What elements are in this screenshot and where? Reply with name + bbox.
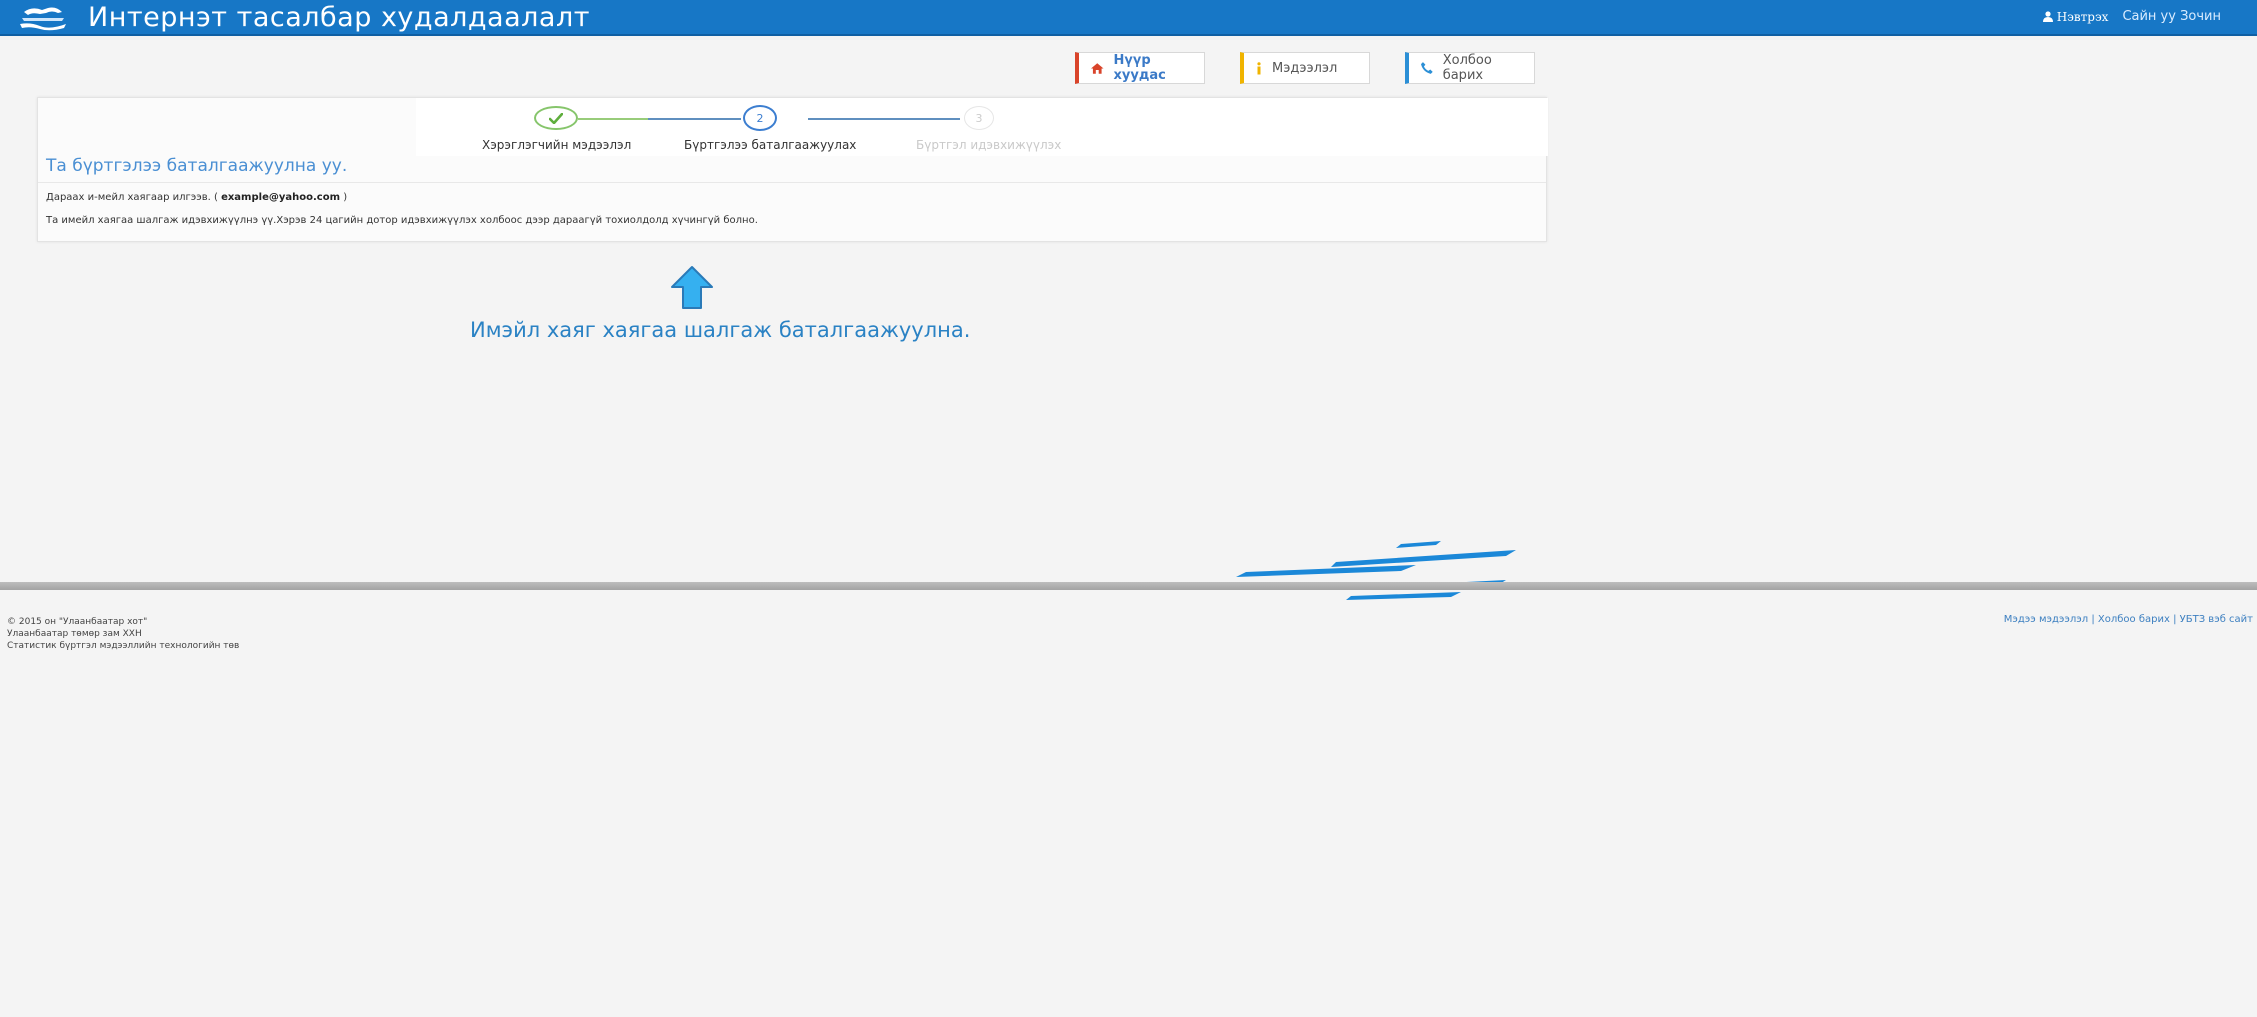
email-prefix: Дараах и-мейл хаягаар илгээв. ( [46, 192, 218, 203]
step-1-circle [534, 106, 578, 130]
step-1-label: Хэрэглэгчийн мэдээлэл [482, 138, 632, 152]
email-sent-text: Дараах и-мейл хаягаар илгээв. ( example@… [46, 192, 347, 203]
step-connector-1b [648, 118, 741, 120]
step-3-circle: 3 [964, 106, 994, 130]
step-progress: 2 3 Хэрэглэгчийн мэдээлэл Бүртгэлээ бата… [416, 98, 1548, 156]
home-button[interactable]: Нүүр хуудас [1075, 52, 1205, 84]
app-title: Интернэт тасалбар худалдаалалт [88, 2, 590, 33]
login-label: Нэвтрэх [2056, 9, 2109, 24]
home-button-label: Нүүр хуудас [1113, 53, 1166, 83]
panel-divider [38, 182, 1546, 183]
step-2-circle: 2 [743, 105, 777, 131]
info-button[interactable]: Мэдээлэл [1240, 52, 1370, 84]
home-icon [1091, 62, 1104, 74]
footer-department: Статистик бүртгэл мэдээллийн технологийн… [7, 641, 240, 651]
phone-icon [1421, 62, 1433, 74]
user-greeting: Сайн уу Зочин [2122, 9, 2221, 24]
footer-link-separator: | [2169, 614, 2180, 625]
footer-link-separator: | [2088, 614, 2098, 625]
footer-divider [0, 582, 2257, 590]
footer-link-news[interactable]: Мэдээ мэдээлэл [2004, 614, 2088, 625]
email-suffix: ) [343, 192, 348, 203]
footer-link-website[interactable]: УБТЗ вэб сайт [2180, 614, 2253, 625]
user-icon [2042, 11, 2053, 22]
step-connector-2 [808, 118, 960, 120]
footer-copyright: © 2015 он "Улаанбаатар хот" [7, 617, 148, 627]
activation-note: Та имейл хаягаа шалгаж идэвхижүүлнэ үү.Х… [46, 215, 758, 226]
step-2-label: Бүртгэлээ баталгаажуулах [684, 138, 857, 152]
footer-info: © 2015 он "Улаанбаатар хот" Улаанбаатар … [7, 616, 239, 652]
checkmark-icon [549, 112, 563, 124]
login-link[interactable]: Нэвтрэх [2042, 9, 2109, 24]
registration-panel: 2 3 Хэрэглэгчийн мэдээлэл Бүртгэлээ бата… [37, 97, 1548, 242]
footer-link-contact[interactable]: Холбоо барих [2098, 614, 2170, 625]
info-button-label: Мэдээлэл [1272, 60, 1338, 76]
up-arrow-icon [671, 266, 713, 309]
footer-company: Улаанбаатар төмөр зам ХХН [7, 629, 142, 639]
panel-heading: Та бүртгэлээ баталгаажуулна уу. [46, 156, 348, 176]
railway-swoosh-icon [1236, 541, 1516, 600]
contact-button-label: Холбоо барих [1442, 53, 1492, 83]
top-bar: Интернэт тасалбар худалдаалалт Нэвтрэх С… [0, 0, 2257, 36]
info-icon [1257, 61, 1261, 74]
step-3-label: Бүртгэл идэвхижүүлэх [916, 138, 1062, 152]
contact-button[interactable]: Холбоо барих [1405, 52, 1535, 84]
top-right-menu: Нэвтрэх Сайн уу Зочин [2042, 9, 2221, 24]
footer-links: Мэдээ мэдээлэл | Холбоо барих | УБТЗ вэб… [2004, 614, 2253, 625]
ubtz-logo-icon[interactable] [18, 4, 68, 32]
annotation-text: Имэйл хаяг хаягаа шалгаж баталгаажуулна. [470, 318, 971, 342]
email-address: example@yahoo.com [221, 192, 340, 203]
